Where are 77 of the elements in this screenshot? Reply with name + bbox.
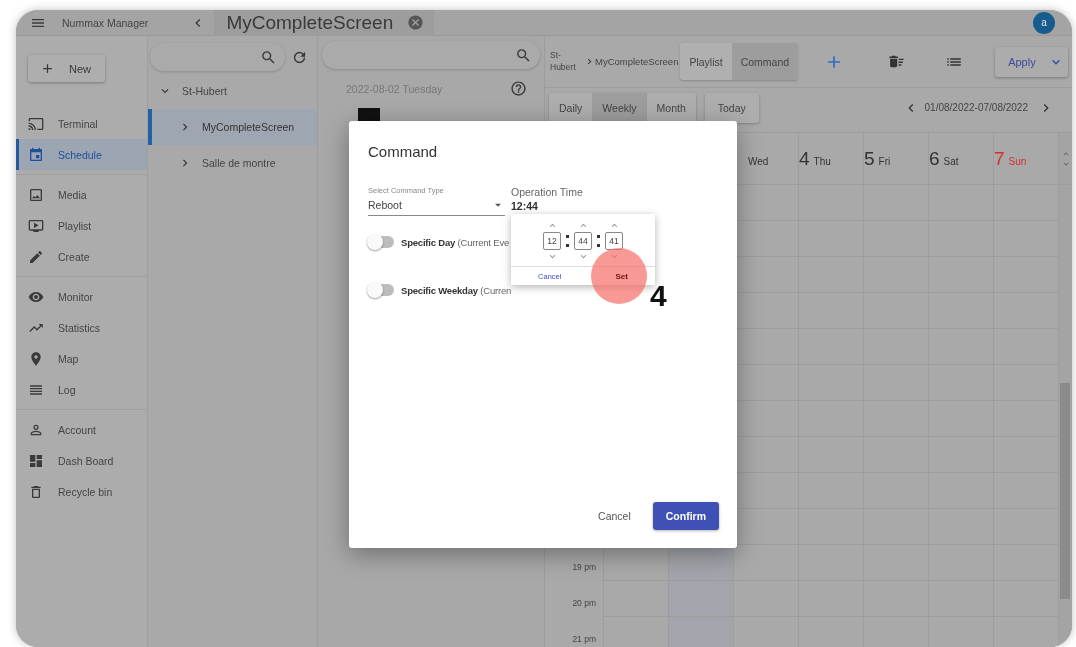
apply-button[interactable]: Apply bbox=[995, 46, 1068, 77]
plus-icon bbox=[40, 61, 55, 76]
trash-icon bbox=[28, 483, 44, 500]
mode-tab[interactable]: Command bbox=[731, 43, 799, 80]
time-field[interactable]: 44 bbox=[574, 232, 592, 250]
day-name: Sat bbox=[943, 155, 959, 167]
nav-item[interactable]: Terminal bbox=[16, 108, 147, 139]
day-name: Sun bbox=[1008, 155, 1027, 167]
day-number: 6 bbox=[929, 147, 940, 170]
day-number: 5 bbox=[864, 147, 875, 170]
nav-item[interactable]: Statistics bbox=[16, 312, 147, 343]
tree-item[interactable]: St-Hubert bbox=[148, 73, 317, 109]
nav-item[interactable]: Media bbox=[16, 179, 147, 210]
screen-tab[interactable]: MyCompleteScreen bbox=[214, 10, 435, 36]
search-field[interactable] bbox=[150, 43, 285, 71]
day-name: Thu bbox=[813, 155, 831, 167]
calendar-icon bbox=[28, 146, 44, 163]
view-tab[interactable]: Daily bbox=[549, 92, 593, 123]
nav-item[interactable]: Dash Board bbox=[16, 445, 147, 476]
day-name: Fri bbox=[878, 155, 891, 167]
view-tab[interactable]: Weekly bbox=[592, 92, 647, 123]
close-icon[interactable] bbox=[407, 14, 425, 31]
nav-item[interactable]: Map bbox=[16, 343, 147, 374]
tab-title: MyCompleteScreen bbox=[226, 11, 394, 34]
tree-item[interactable]: MyCompleteScreen bbox=[148, 109, 317, 145]
day-number: 7 bbox=[994, 147, 1005, 170]
pencil-icon bbox=[28, 248, 44, 265]
colon-separator bbox=[597, 235, 600, 247]
help-icon[interactable] bbox=[510, 80, 527, 97]
toggle-switch[interactable] bbox=[368, 284, 394, 296]
day-name: Wed bbox=[748, 155, 769, 167]
avatar[interactable]: a bbox=[1033, 11, 1055, 34]
scrollbar[interactable] bbox=[1058, 185, 1072, 647]
new-button[interactable]: New bbox=[28, 55, 105, 82]
tree-item[interactable]: Salle de montre bbox=[148, 145, 317, 181]
thumbnail bbox=[358, 108, 380, 122]
app-name: Nummax Manager bbox=[62, 16, 149, 29]
field-label: Operation Time bbox=[511, 186, 583, 198]
date-range: 01/08/2022-07/08/2022 bbox=[924, 102, 1028, 113]
nav-item[interactable]: Create bbox=[16, 241, 147, 272]
view-tab[interactable]: Month bbox=[646, 92, 696, 123]
colon-separator bbox=[566, 235, 569, 247]
time-field[interactable]: 41 bbox=[605, 232, 623, 250]
time-value[interactable]: 12:44 bbox=[511, 200, 583, 212]
search-icon[interactable] bbox=[260, 48, 277, 66]
hour-label: 19 pm bbox=[571, 561, 597, 574]
hour-label: 21 pm bbox=[571, 633, 597, 646]
select-value: Reboot bbox=[368, 199, 402, 211]
day-number: 4 bbox=[799, 147, 810, 170]
step-number: 4 bbox=[650, 279, 667, 313]
nav-item[interactable]: Schedule bbox=[16, 139, 147, 170]
hour-label: 20 pm bbox=[571, 597, 597, 610]
toggle-label: Specific Weekday (Curren bbox=[401, 284, 512, 296]
nav-item[interactable]: Playlist bbox=[16, 210, 147, 241]
toggle-switch[interactable] bbox=[368, 236, 394, 248]
dialog-title: Command bbox=[368, 143, 439, 160]
picker-set-button[interactable]: Set bbox=[615, 271, 628, 281]
toggle-label: Specific Day (Current Eve bbox=[401, 236, 509, 248]
nav-item[interactable]: Monitor bbox=[16, 281, 147, 312]
time-field[interactable]: 12 bbox=[543, 232, 561, 250]
nav-item[interactable]: Recycle bin bbox=[16, 476, 147, 507]
pin-icon bbox=[28, 350, 44, 367]
nav-item[interactable]: Log bbox=[16, 374, 147, 405]
confirm-button[interactable]: Confirm bbox=[652, 502, 719, 530]
tv-icon bbox=[28, 217, 44, 234]
search-icon[interactable] bbox=[515, 46, 532, 64]
dashboard-icon bbox=[28, 452, 44, 469]
today-button[interactable]: Today bbox=[704, 92, 759, 123]
nav-item[interactable]: Account bbox=[16, 414, 147, 445]
cancel-button[interactable]: Cancel bbox=[592, 509, 637, 523]
image-icon bbox=[28, 186, 44, 203]
search-field[interactable] bbox=[322, 41, 540, 69]
mode-tab[interactable]: Playlist bbox=[680, 43, 732, 80]
breadcrumb-current: MyCompleteScreen bbox=[595, 56, 679, 67]
breadcrumb-link[interactable]: St-Hubert bbox=[550, 50, 584, 73]
delete-list-icon[interactable] bbox=[888, 53, 906, 70]
cast-icon bbox=[28, 115, 44, 132]
